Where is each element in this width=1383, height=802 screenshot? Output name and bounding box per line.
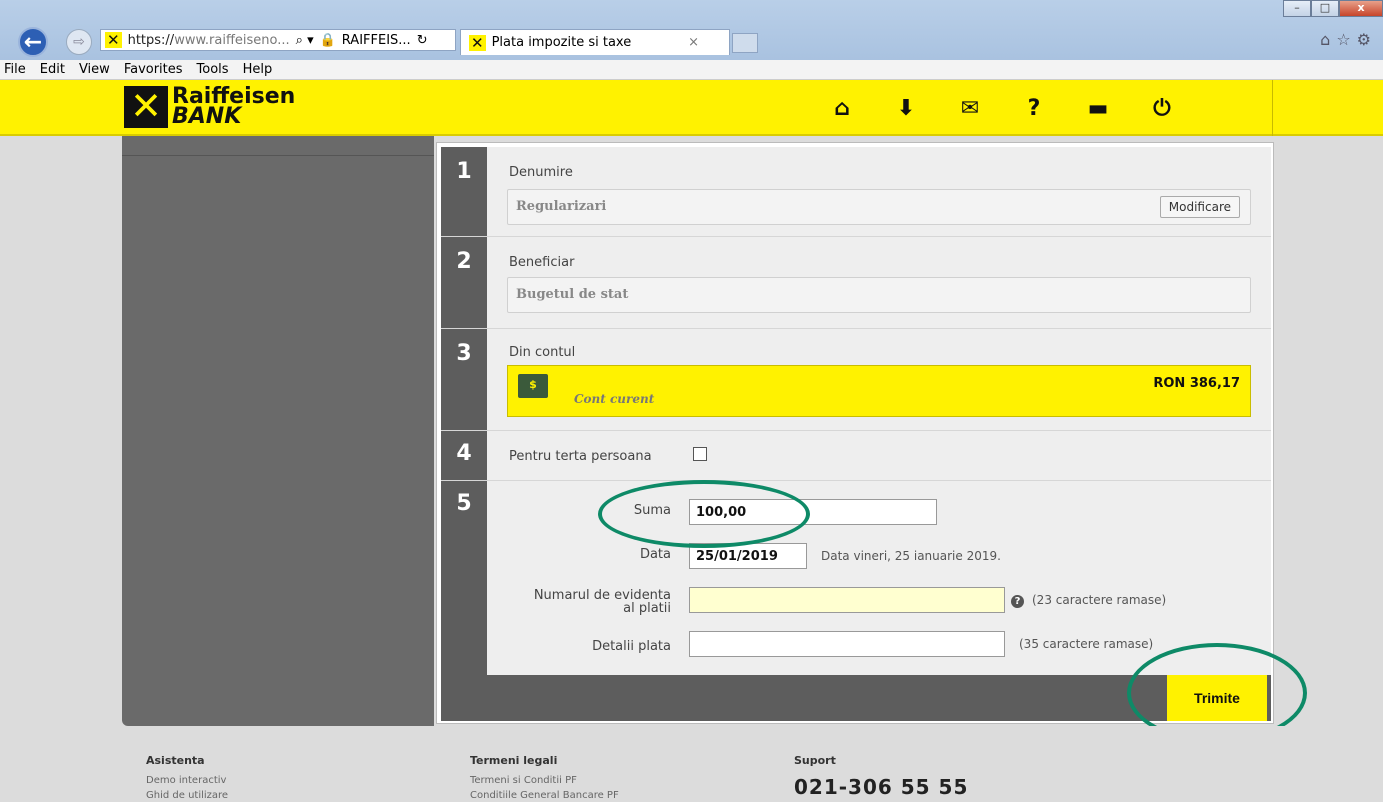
tab-close-icon[interactable]: × — [688, 35, 699, 50]
header-divider — [1272, 80, 1273, 136]
footer-asistenta: Asistenta Demo interactiv Ghid de utiliz… — [146, 754, 228, 802]
favorites-star-icon[interactable]: ☆ — [1336, 30, 1356, 49]
numar-evidenta-hint: (23 caractere ramase) — [1032, 593, 1167, 607]
browser-titlebar: – □ x ← ⇨ ✕ https://www.raiffeiseno... ⌕… — [0, 0, 1383, 60]
close-window-icon[interactable]: x — [1339, 0, 1383, 17]
menu-tools[interactable]: Tools — [197, 62, 229, 77]
modificare-button[interactable]: Modificare — [1159, 196, 1240, 218]
terta-persoana-label: Pentru terta persoana — [509, 449, 652, 464]
account-selector[interactable]: $ Cont curent RON 386,17 — [507, 365, 1251, 417]
step-din-contul: 3 Din contul $ Cont curent RON 386,17 — [441, 329, 1271, 431]
denumire-field: Regularizari Modificare — [507, 189, 1251, 225]
question-icon[interactable]: ? — [1011, 595, 1024, 608]
data-label: Data — [639, 547, 671, 562]
menu-bar: File Edit View Favorites Tools Help — [0, 60, 1383, 80]
data-hint: Data vineri, 25 ianuarie 2019. — [821, 549, 1001, 563]
home-icon[interactable]: ⌂ — [810, 94, 874, 124]
browser-toolbar-icons: ⌂☆⚙ — [1320, 30, 1377, 49]
annotation-ellipse-suma — [598, 480, 810, 548]
step-number: 3 — [441, 329, 487, 430]
denumire-label: Denumire — [509, 165, 573, 180]
header-icons: ⌂ ⬇ ✉ ? ▬ ⏻ — [810, 94, 1194, 124]
download-icon[interactable]: ⬇ — [874, 94, 938, 124]
numar-evidenta-input[interactable] — [689, 587, 1005, 613]
bank-header: ✕ Raiffeisen BANK ⌂ ⬇ ✉ ? ▬ ⏻ — [0, 80, 1383, 136]
menu-edit[interactable]: Edit — [40, 62, 65, 77]
footer-link-termeni[interactable]: Termeni si Conditii PF — [470, 775, 619, 786]
step-detalii: 5 Suma 100,00 Data 25/01/2019 Data viner… — [441, 481, 1271, 675]
detalii-plata-hint: (35 caractere ramase) — [1019, 637, 1154, 651]
tab-favicon: ✕ — [469, 33, 486, 52]
money-icon: $ — [518, 374, 548, 398]
footer-link-demo[interactable]: Demo interactiv — [146, 775, 228, 786]
search-icon[interactable]: ⌕ ▾ — [296, 33, 314, 48]
step-number: 1 — [441, 147, 487, 236]
step-number: 2 — [441, 237, 487, 328]
footer-suport-title: Suport — [794, 754, 836, 767]
sidebar-top-item[interactable] — [122, 136, 434, 156]
beneficiar-value: Bugetul de stat — [516, 287, 629, 302]
footer-suport: Suport 021-306 55 55 — [794, 754, 968, 799]
back-arrow-icon[interactable]: ← — [18, 27, 48, 57]
url-domain: www.raiffeiseno... — [174, 32, 290, 48]
step-denumire: 1 Denumire Regularizari Modificare — [441, 147, 1271, 237]
din-contul-label: Din contul — [509, 345, 576, 360]
raiffeisen-logo-mark-icon: ✕ — [124, 86, 168, 128]
detalii-plata-input[interactable] — [689, 631, 1005, 657]
logo-text: Raiffeisen BANK — [172, 86, 295, 129]
print-icon[interactable]: ▬ — [1066, 94, 1130, 124]
tab-title: Plata impozite si taxe — [491, 35, 632, 50]
help-icon[interactable]: ? — [1002, 94, 1066, 124]
menu-favorites[interactable]: Favorites — [124, 62, 183, 77]
step-terta-persoana: 4 Pentru terta persoana — [441, 431, 1271, 481]
step-number: 4 — [441, 431, 487, 480]
lock-icon: 🔒 — [319, 32, 336, 48]
address-bar[interactable]: ✕ https://www.raiffeiseno... ⌕ ▾ 🔒 RAIFF… — [100, 29, 456, 51]
page-footer: Asistenta Demo interactiv Ghid de utiliz… — [0, 726, 1383, 802]
denumire-value: Regularizari — [516, 199, 607, 214]
terta-persoana-checkbox[interactable] — [693, 447, 707, 461]
footer-link-ghid[interactable]: Ghid de utilizare — [146, 790, 228, 801]
mail-icon[interactable]: ✉ — [938, 94, 1002, 124]
beneficiar-label: Beneficiar — [509, 255, 575, 270]
left-sidebar — [122, 136, 434, 726]
step-beneficiar: 2 Beneficiar Bugetul de stat — [441, 237, 1271, 329]
url-scheme: https:// — [127, 32, 175, 48]
footer-termeni-title: Termeni legali — [470, 754, 558, 767]
refresh-icon[interactable]: ↻ — [417, 33, 428, 48]
step-number: 5 — [441, 481, 487, 675]
numar-evidenta-hint-wrap: ? (23 caractere ramase) — [1011, 593, 1166, 608]
support-phone[interactable]: 021-306 55 55 — [794, 775, 968, 799]
numar-evidenta-label: Numarul de evidenta al platii — [481, 589, 671, 615]
power-icon[interactable]: ⏻ — [1130, 94, 1194, 124]
browser-chrome: – □ x ← ⇨ ✕ https://www.raiffeiseno... ⌕… — [0, 0, 1383, 80]
browser-tab[interactable]: ✕ Plata impozite si taxe × — [460, 29, 730, 55]
new-tab-button[interactable] — [732, 33, 758, 53]
forward-arrow-icon[interactable]: ⇨ — [66, 29, 92, 55]
menu-help[interactable]: Help — [243, 62, 273, 77]
menu-view[interactable]: View — [79, 62, 110, 77]
footer-link-conditii[interactable]: Conditiile General Bancare PF — [470, 790, 619, 801]
raiffeisen-logo[interactable]: ✕ Raiffeisen BANK — [124, 86, 295, 128]
minimize-icon[interactable]: – — [1283, 0, 1311, 17]
beneficiar-field: Bugetul de stat — [507, 277, 1251, 313]
footer-termeni: Termeni legali Termeni si Conditii PF Co… — [470, 754, 619, 802]
detalii-plata-label: Detalii plata — [592, 639, 671, 654]
account-balance: RON 386,17 — [1153, 376, 1240, 391]
window-controls: – □ x — [1283, 0, 1383, 17]
logo-line2: BANK — [172, 104, 242, 129]
account-name: Cont curent — [574, 392, 655, 406]
maximize-icon[interactable]: □ — [1311, 0, 1339, 17]
footer-asistenta-title: Asistenta — [146, 754, 205, 767]
payment-form: 1 Denumire Regularizari Modificare 2 Ben… — [436, 142, 1274, 724]
settings-gear-icon[interactable]: ⚙ — [1357, 30, 1377, 49]
menu-file[interactable]: File — [4, 62, 26, 77]
home-browser-icon[interactable]: ⌂ — [1320, 30, 1336, 49]
raiffeisen-favicon: ✕ — [105, 31, 122, 49]
numar-evidenta-label-line2: al platii — [623, 601, 671, 616]
address-site-name: RAIFFEIS... — [341, 32, 411, 48]
